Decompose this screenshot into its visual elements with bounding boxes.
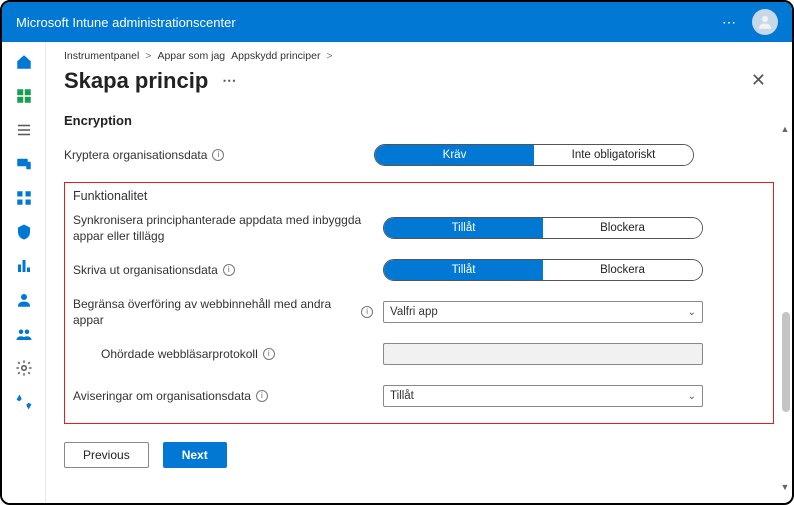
avatar[interactable] [752,9,778,35]
row-restrict-web-transfer: Begränsa överföring av webbinnehåll med … [73,295,765,329]
form-area: Kryptera organisationsdata i Kräv Inte o… [64,138,774,468]
segment-block[interactable]: Blockera [543,218,702,238]
segment-allow[interactable]: Tillåt [384,218,543,238]
scroll-down-icon[interactable]: ▼ [780,482,790,492]
select-restrict-app[interactable]: Valfri app ⌄ [383,301,703,323]
row-encrypt-org-data: Kryptera organisationsdata i Kräv Inte o… [64,138,774,172]
top-bar-right: ⋯ [722,9,778,35]
encryption-section-title: Encryption [64,113,774,128]
label-browser-protocols: Ohördade webbläsarprotokoll i [73,346,383,362]
footer-buttons: Previous Next [64,442,774,468]
control-encrypt-org-data: Kräv Inte obligatoriskt [374,144,774,166]
scroll-up-icon[interactable]: ▲ [780,124,790,134]
apps-icon[interactable] [14,188,34,208]
home-icon[interactable] [14,52,34,72]
row-org-notifications: Aviseringar om organisationsdata i Tillå… [73,379,765,413]
label-org-notifications: Aviseringar om organisationsdata i [73,388,383,404]
label-encrypt-org-data: Kryptera organisationsdata i [64,147,374,163]
top-bar: Microsoft Intune administrationscenter ⋯ [2,2,792,42]
control-restrict-web-transfer: Valfri app ⌄ [383,301,765,323]
highlighted-functionality-box: Funktionalitet Synkronisera principhante… [64,182,774,424]
functionality-section-title: Funktionalitet [73,189,765,203]
sidebar [2,42,46,503]
security-icon[interactable] [14,222,34,242]
page-title: Skapa princip [64,68,208,94]
segment-not-required[interactable]: Inte obligatoriskt [534,145,693,165]
list-icon[interactable] [14,120,34,140]
label-sync-app-data: Synkronisera principhanterade appdata me… [73,212,383,244]
label-print-org-data: Skriva ut organisationsdata i [73,262,383,278]
app-title: Microsoft Intune administrationscenter [16,15,236,30]
page-more-icon[interactable]: ⋯ [222,72,236,89]
content: Instrumentpanel > Appar som jag Appskydd… [46,42,792,503]
main-area: Instrumentpanel > Appar som jag Appskydd… [2,42,792,503]
control-print-org-data: Tillåt Blockera [383,259,765,281]
app-window: Microsoft Intune administrationscenter ⋯… [0,0,794,505]
info-icon[interactable]: i [212,149,224,161]
next-button[interactable]: Next [163,442,227,468]
row-sync-app-data: Synkronisera principhanterade appdata me… [73,211,765,245]
segment-block[interactable]: Blockera [543,260,702,280]
control-sync-app-data: Tillåt Blockera [383,217,765,239]
settings-icon[interactable] [14,358,34,378]
segment-require[interactable]: Kräv [375,145,534,165]
control-org-notifications: Tillåt ⌄ [383,385,765,407]
segmented-print: Tillåt Blockera [383,259,703,281]
select-value: Tillåt [390,390,414,402]
info-icon[interactable]: i [223,264,235,276]
person-icon [756,13,774,31]
control-browser-protocols [383,343,765,365]
breadcrumb-item[interactable]: Instrumentpanel [64,50,139,62]
chevron-down-icon: ⌄ [688,307,696,318]
breadcrumb-item[interactable]: Appar som jag [157,50,225,62]
users-icon[interactable] [14,290,34,310]
page-title-row: Skapa princip ⋯ [64,68,236,94]
info-icon[interactable]: i [361,306,373,318]
row-browser-protocols: Ohördade webbläsarprotokoll i [73,337,765,371]
segmented-sync: Tillåt Blockera [383,217,703,239]
reports-icon[interactable] [14,256,34,276]
row-print-org-data: Skriva ut organisationsdata i Tillåt Blo… [73,253,765,287]
more-icon[interactable]: ⋯ [722,14,738,31]
tools-icon[interactable] [14,392,34,412]
breadcrumb-item[interactable]: Appskydd principer [231,50,320,62]
previous-button[interactable]: Previous [64,442,149,468]
segmented-encrypt: Kräv Inte obligatoriskt [374,144,694,166]
input-browser-protocols[interactable] [383,343,703,365]
chevron-down-icon: ⌄ [688,391,696,402]
select-notifications[interactable]: Tillåt ⌄ [383,385,703,407]
scrollbar-thumb[interactable] [782,312,790,412]
dashboard-icon[interactable] [14,86,34,106]
segment-allow[interactable]: Tillåt [384,260,543,280]
groups-icon[interactable] [14,324,34,344]
label-restrict-web-transfer: Begränsa överföring av webbinnehåll med … [73,296,383,328]
breadcrumb-sep: > [326,50,332,62]
select-value: Valfri app [390,306,438,318]
breadcrumb-sep: > [145,50,151,62]
info-icon[interactable]: i [256,390,268,402]
breadcrumb: Instrumentpanel > Appar som jag Appskydd… [64,50,774,62]
info-icon[interactable]: i [263,348,275,360]
devices-icon[interactable] [14,154,34,174]
close-icon[interactable]: ✕ [743,66,774,95]
heading-row: Skapa princip ⋯ ✕ [64,66,774,95]
